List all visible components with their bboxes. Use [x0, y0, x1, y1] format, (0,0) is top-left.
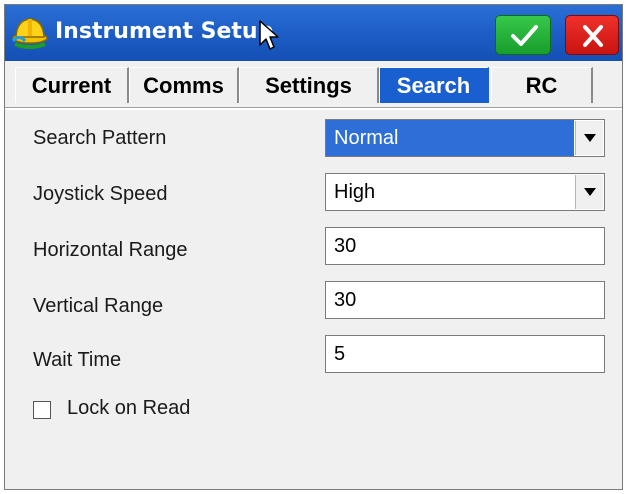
lock-on-read-checkbox[interactable] — [33, 401, 51, 419]
ok-button[interactable] — [495, 15, 551, 55]
mouse-cursor-icon — [259, 20, 279, 50]
tab-bar: Current Comms Settings Search RC — [5, 61, 622, 110]
close-button[interactable] — [565, 15, 619, 55]
horizontal-range-label: Horizontal Range — [33, 239, 188, 261]
joystick-speed-label: Joystick Speed — [33, 183, 168, 205]
vertical-range-input[interactable]: 30 — [325, 281, 605, 319]
dropdown-arrow-button[interactable] — [575, 121, 603, 155]
search-pattern-dropdown[interactable]: Normal — [325, 119, 605, 157]
hard-hat-icon — [11, 18, 48, 49]
horizontal-range-input[interactable]: 30 — [325, 227, 605, 265]
close-icon — [583, 25, 603, 47]
tab-rc[interactable]: RC — [491, 67, 593, 103]
chevron-down-icon — [584, 134, 596, 142]
checkmark-icon — [511, 25, 538, 46]
tab-current[interactable]: Current — [15, 67, 129, 103]
tab-comms[interactable]: Comms — [129, 67, 239, 103]
window-title: Instrument Setup — [55, 19, 274, 44]
wait-time-label: Wait Time — [33, 349, 122, 371]
search-pattern-label: Search Pattern — [33, 127, 167, 149]
instrument-setup-window: Instrument Setup Current Comms Settings … — [4, 4, 623, 490]
tab-divider — [5, 107, 622, 110]
lock-on-read-label: Lock on Read — [67, 397, 191, 419]
wait-time-input[interactable]: 5 — [325, 335, 605, 373]
tab-settings[interactable]: Settings — [239, 67, 379, 103]
dropdown-arrow-button[interactable] — [575, 175, 603, 209]
search-pattern-value: Normal — [326, 120, 574, 156]
chevron-down-icon — [584, 188, 596, 196]
vertical-range-label: Vertical Range — [33, 295, 164, 317]
title-bar: Instrument Setup — [5, 5, 622, 61]
joystick-speed-dropdown[interactable]: High — [325, 173, 605, 211]
joystick-speed-value: High — [334, 181, 376, 203]
tab-search[interactable]: Search — [379, 67, 489, 103]
